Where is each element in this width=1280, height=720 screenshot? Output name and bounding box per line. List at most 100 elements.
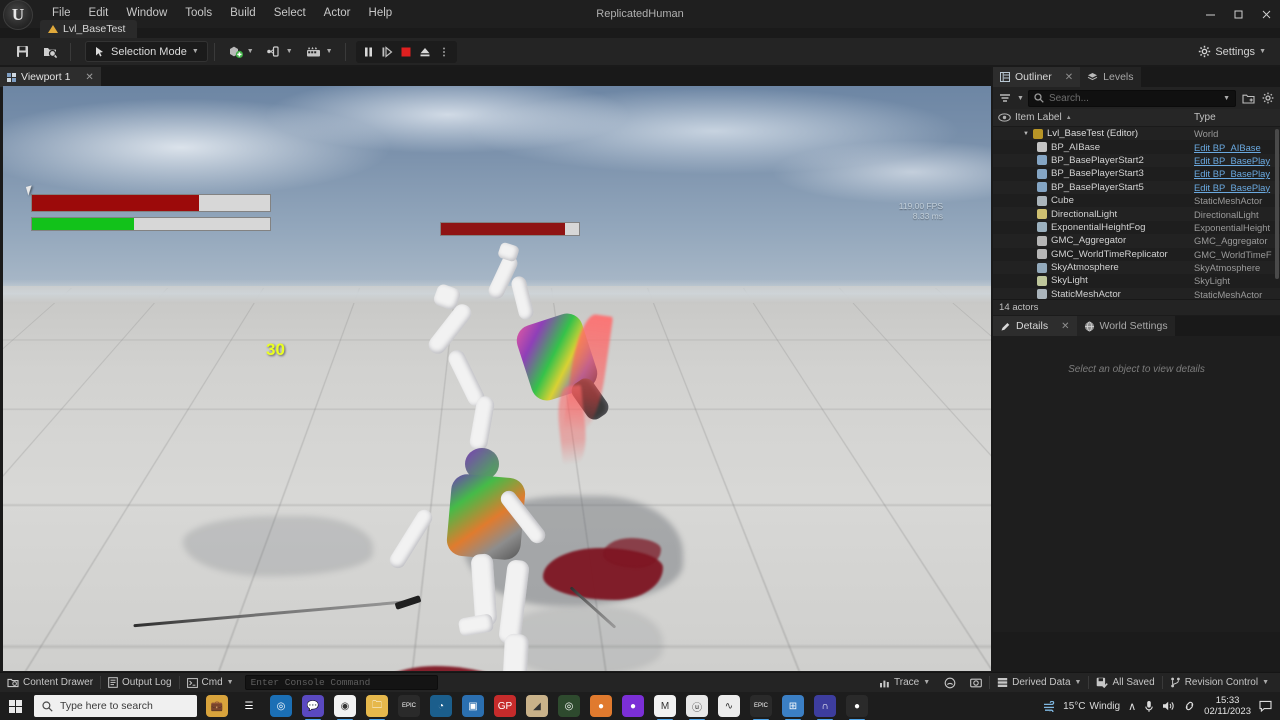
pause-button[interactable] xyxy=(359,42,378,62)
steam-icon[interactable]: ◔ xyxy=(430,695,452,717)
console-command-input[interactable]: Enter Console Command xyxy=(244,675,438,690)
network-icon[interactable] xyxy=(1183,700,1196,712)
calculator-icon[interactable]: ⊞ xyxy=(782,695,804,720)
cmd-dropdown[interactable]: Cmd ▼ xyxy=(180,674,241,692)
explorer-icon[interactable]: 🗀 xyxy=(366,695,388,720)
outliner-row[interactable]: ExponentialHeightFog ExponentialHeight xyxy=(993,220,1280,235)
outliner-scrollbar[interactable] xyxy=(1275,129,1279,279)
outliner-row[interactable]: BP_BasePlayerStart3 Edit BP_BasePlay xyxy=(993,167,1280,181)
outliner-search-input[interactable]: Search... ▼ xyxy=(1027,89,1236,107)
davinci-resolve-icon[interactable]: ▣ xyxy=(462,695,484,717)
outliner-row[interactable]: Cube StaticMeshActor xyxy=(993,193,1280,208)
menu-select[interactable]: Select xyxy=(265,4,315,24)
eject-button[interactable] xyxy=(416,42,435,62)
mega-icon[interactable]: M xyxy=(654,695,676,720)
blueprints-button[interactable]: ▼ xyxy=(262,41,297,63)
type-column[interactable]: Type xyxy=(1194,112,1280,123)
blender-icon[interactable]: ● xyxy=(590,695,612,717)
ring-app-icon[interactable]: ◎ xyxy=(558,695,580,717)
tab-details[interactable]: Details ✕ xyxy=(993,316,1077,336)
outliner-row[interactable]: GMC_Aggregator GMC_Aggregator xyxy=(993,234,1280,248)
outliner-row[interactable]: BP_BasePlayerStart2 Edit BP_BasePlay xyxy=(993,153,1280,168)
edge-icon[interactable]: ◎ xyxy=(270,695,292,717)
menu-help[interactable]: Help xyxy=(360,4,402,24)
outliner-row-edit-link[interactable]: Edit BP_AIBase xyxy=(1194,142,1280,153)
outliner-row-edit-link[interactable]: Edit BP_BasePlay xyxy=(1194,155,1280,166)
outliner-row[interactable]: SkyLight SkyLight xyxy=(993,274,1280,288)
menu-actor[interactable]: Actor xyxy=(315,4,360,24)
weather-widget[interactable]: 15°C Windig xyxy=(1043,700,1120,712)
all-saved-button[interactable]: All Saved xyxy=(1089,674,1161,692)
close-icon[interactable]: ✕ xyxy=(85,72,93,83)
taskbar-clock[interactable]: 15:33 02/11/2023 xyxy=(1204,695,1251,717)
outliner-row[interactable]: BP_BasePlayerStart5 Edit BP_BasePlay xyxy=(993,180,1280,194)
selection-mode-dropdown[interactable]: Selection Mode ▼ xyxy=(85,41,208,62)
item-label-column[interactable]: Item Label ▲ xyxy=(1015,112,1194,123)
frame-step-button[interactable] xyxy=(378,42,397,62)
outliner-row[interactable]: StaticMeshActor StaticMeshActor xyxy=(993,287,1280,299)
purple-orb-icon[interactable]: ● xyxy=(622,695,644,717)
unreal-logo-icon[interactable]: U xyxy=(3,0,33,30)
paint-icon[interactable]: ◢ xyxy=(526,695,548,717)
visibility-column-icon[interactable] xyxy=(993,113,1015,122)
expander-icon[interactable]: ▼ xyxy=(1023,131,1029,137)
chevron-down-icon[interactable]: ▼ xyxy=(1017,95,1024,102)
derived-data-button[interactable]: Derived Data ▼ xyxy=(990,674,1088,692)
level-viewport[interactable]: 30 119.00 FPS 8.33 ms xyxy=(3,86,991,671)
maximize-button[interactable] xyxy=(1224,0,1252,28)
tab-world-settings[interactable]: World Settings xyxy=(1076,316,1175,336)
start-button[interactable] xyxy=(0,692,30,720)
briefcase-icon[interactable]: 💼 xyxy=(206,695,228,717)
profiler-icon[interactable] xyxy=(937,674,963,692)
filter-icon[interactable] xyxy=(997,90,1013,107)
screenshot-icon[interactable] xyxy=(963,674,989,692)
gp-icon[interactable]: GP xyxy=(494,695,516,717)
trace-button[interactable]: Trace ▼ xyxy=(872,674,937,692)
outliner-row-edit-link[interactable]: Edit BP_BasePlay xyxy=(1194,168,1280,179)
task-view-icon[interactable]: ☰ xyxy=(238,695,260,717)
save-button[interactable] xyxy=(10,41,34,63)
close-button[interactable] xyxy=(1252,0,1280,28)
epic-launcher-icon[interactable]: EPIC xyxy=(750,695,772,720)
volume-icon[interactable] xyxy=(1162,700,1175,712)
headset-icon[interactable]: ∩ xyxy=(814,695,836,720)
output-log-button[interactable]: Output Log xyxy=(101,674,178,692)
outliner-row[interactable]: SkyAtmosphere SkyAtmosphere xyxy=(993,260,1280,275)
outliner-tree[interactable]: ▼ Lvl_BaseTest (Editor) World BP_AIBase Edit… xyxy=(993,127,1280,299)
stop-button[interactable] xyxy=(397,42,416,62)
browse-content-button[interactable] xyxy=(38,41,62,63)
tab-levels[interactable]: Levels xyxy=(1080,67,1141,87)
taskbar-search-input[interactable]: Type here to search xyxy=(34,695,197,717)
unreal-editor-icon[interactable]: ⓤ xyxy=(686,695,708,720)
menu-tools[interactable]: Tools xyxy=(176,4,221,24)
minimize-button[interactable] xyxy=(1196,0,1224,28)
close-icon[interactable]: ✕ xyxy=(1065,72,1073,83)
outliner-row[interactable]: DirectionalLight DirectionalLight xyxy=(993,207,1280,221)
chevron-down-icon[interactable]: ▼ xyxy=(1223,95,1230,102)
tab-viewport-1[interactable]: Viewport 1 ✕ xyxy=(0,67,101,87)
toolbar-settings-button[interactable]: Settings ▼ xyxy=(1192,41,1272,63)
content-drawer-button[interactable]: Content Drawer xyxy=(0,674,100,692)
add-actor-button[interactable]: ▼ xyxy=(223,41,258,63)
teams-icon[interactable]: 💬 xyxy=(302,695,324,720)
chrome-icon[interactable]: ◉ xyxy=(334,695,356,720)
level-tab[interactable]: Lvl_BaseTest xyxy=(40,20,138,38)
outliner-row-edit-link[interactable]: Edit BP_BasePlay xyxy=(1194,182,1280,193)
close-icon[interactable]: ✕ xyxy=(1061,321,1069,332)
outliner-row[interactable]: GMC_WorldTimeReplicator GMC_WorldTimeF xyxy=(993,247,1280,261)
epic-games-icon[interactable]: EPIC xyxy=(398,695,420,717)
tray-expand-icon[interactable]: ∧ xyxy=(1128,700,1136,713)
revision-control-button[interactable]: Revision Control ▼ xyxy=(1163,674,1276,692)
tab-outliner[interactable]: Outliner ✕ xyxy=(993,67,1081,87)
microphone-icon[interactable] xyxy=(1144,700,1154,713)
insights-icon[interactable]: ∿ xyxy=(718,695,740,717)
outliner-row[interactable]: BP_AIBase Edit BP_AIBase xyxy=(993,140,1280,154)
outliner-row[interactable]: ▼ Lvl_BaseTest (Editor) World xyxy=(993,127,1280,141)
outliner-settings-icon[interactable] xyxy=(1260,90,1276,107)
cinematics-button[interactable]: ▼ xyxy=(301,41,337,63)
notifications-icon[interactable] xyxy=(1259,700,1272,712)
menu-build[interactable]: Build xyxy=(221,4,265,24)
play-options-button[interactable] xyxy=(435,42,454,62)
new-folder-icon[interactable] xyxy=(1240,90,1256,107)
obs-icon[interactable]: ● xyxy=(846,695,868,720)
